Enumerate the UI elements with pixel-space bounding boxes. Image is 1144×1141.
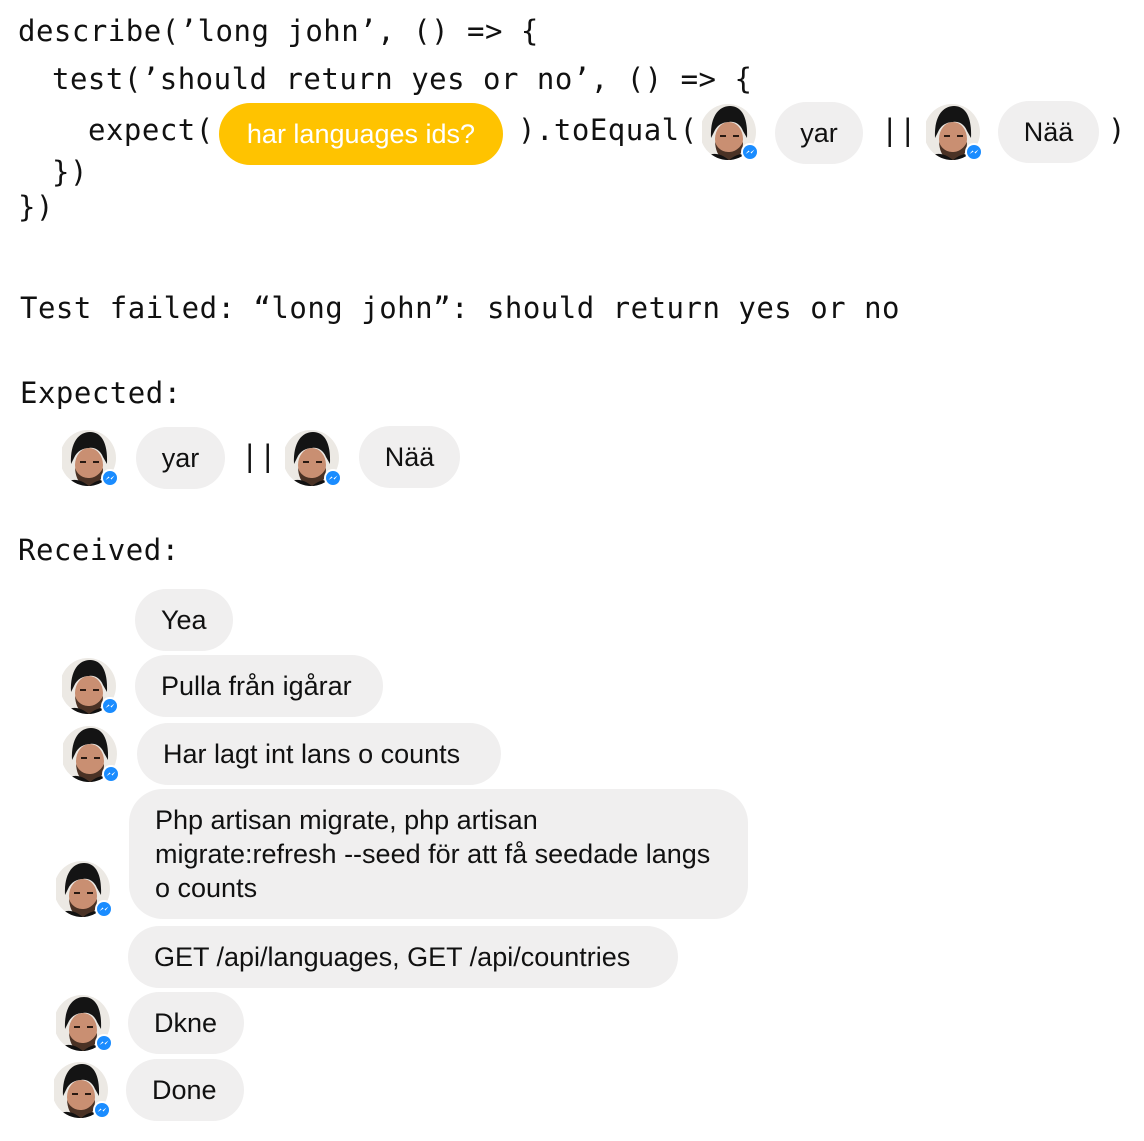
message-bubble: Yea <box>135 589 233 651</box>
message-bubble: Php artisan migrate, php artisan migrate… <box>129 789 748 919</box>
message-bubble: Har lagt int lans o counts <box>137 723 501 785</box>
avatar-icon <box>54 1062 112 1120</box>
received-label: Received: <box>18 533 180 567</box>
expected-bubble-yar: yar <box>136 427 225 489</box>
avatar-icon <box>62 658 120 716</box>
close-test: }) <box>52 155 88 189</box>
avatar-icon <box>702 104 760 162</box>
avatar-icon <box>285 430 343 488</box>
expected-bubble-naa: Nää <box>998 101 1099 163</box>
close-paren: ) <box>1108 113 1126 147</box>
to-equal: ).toEqual( <box>518 113 698 147</box>
expected-bubble-yar: yar <box>775 102 863 164</box>
expected-bubble-naa: Nää <box>359 426 460 488</box>
message-bubble: Pulla från igårar <box>135 655 383 717</box>
expected-label: Expected: <box>20 376 182 410</box>
or-operator: || <box>881 113 917 147</box>
test-line: test(’should return yes or no’, () => { <box>52 62 753 96</box>
avatar-icon <box>63 726 121 784</box>
avatar-icon <box>926 104 984 162</box>
failure-line: Test failed: “long john”: should return … <box>20 291 901 325</box>
expect-open: expect( <box>88 113 214 147</box>
message-bubble: GET /api/languages, GET /api/countries <box>128 926 678 988</box>
avatar-icon <box>56 995 114 1053</box>
describe-line: describe(’long john’, () => { <box>18 14 539 48</box>
or-operator: || <box>241 439 277 473</box>
avatar-icon <box>62 430 120 488</box>
expect-message-bubble: har languages ids? <box>219 103 503 165</box>
message-bubble: Done <box>126 1059 244 1121</box>
message-bubble: Dkne <box>128 992 244 1054</box>
close-describe: }) <box>18 190 54 224</box>
avatar-icon <box>56 861 114 919</box>
